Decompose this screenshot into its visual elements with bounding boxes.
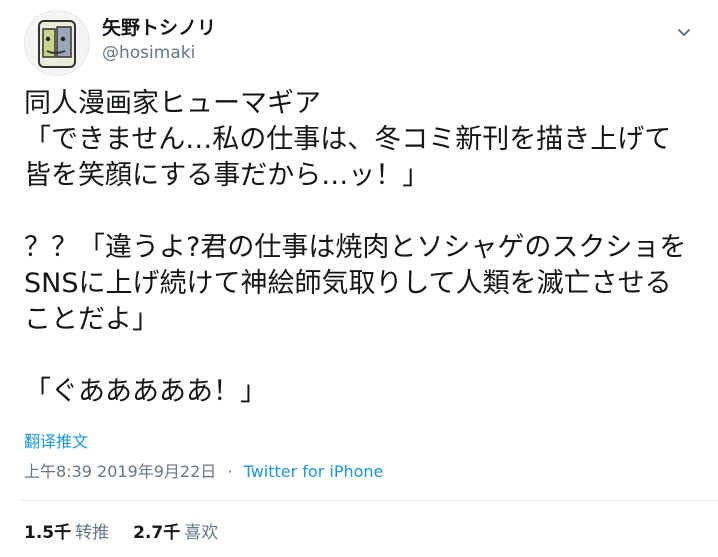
user-handle[interactable]: @hosimaki (102, 42, 216, 64)
tweet-card: 矢野トシノリ @hosimaki 同人漫画家ヒューマギア 「できません…私の仕事… (0, 0, 718, 557)
retweets-stat[interactable]: 1.5千 转推 (24, 522, 109, 544)
tweet-text: 同人漫画家ヒューマギア 「できません…私の仕事は、冬コミ新刊を描き上げて 皆を笑… (24, 86, 694, 410)
likes-label: 喜欢 (184, 523, 219, 543)
tweet-line: ことだよ」 (24, 304, 159, 335)
more-button[interactable] (670, 18, 698, 46)
translate-tweet-link[interactable]: 翻译推文 (24, 432, 88, 452)
tweet-time[interactable]: 上午8:39 (24, 462, 92, 481)
likes-count: 2.7千 (133, 523, 181, 543)
tweet-line: 「ぐあああああ！」 (24, 376, 267, 407)
avatar[interactable] (24, 10, 90, 76)
retweets-label: 转推 (75, 523, 110, 543)
meta-separator: · (227, 462, 233, 481)
avatar-illustration (25, 11, 89, 75)
display-name[interactable]: 矢野トシノリ (102, 16, 216, 40)
tweet-line: 同人漫画家ヒューマギア (24, 88, 321, 119)
tweet-timestamp-row: 上午8:39 2019年9月22日 · Twitter for iPhone (24, 462, 383, 482)
tweet-line: SNSに上げ続けて神絵師気取りして人類を滅亡させる (24, 268, 672, 299)
user-meta: 矢野トシノリ @hosimaki (102, 16, 216, 64)
likes-stat[interactable]: 2.7千 喜欢 (133, 522, 218, 544)
tweet-source-link[interactable]: Twitter for iPhone (244, 462, 384, 481)
chevron-down-icon (678, 29, 690, 36)
divider (20, 500, 718, 501)
tweet-header: 矢野トシノリ @hosimaki (24, 10, 698, 80)
retweets-count: 1.5千 (24, 523, 72, 543)
tweet-line: 皆を笑顔にする事だから…ッ！」 (24, 160, 430, 191)
tweet-line: ？？「違うよ?君の仕事は焼肉とソシャゲのスクショを (24, 232, 687, 263)
tweet-date[interactable]: 2019年9月22日 (97, 462, 216, 481)
tweet-line: 「できません…私の仕事は、冬コミ新刊を描き上げて (24, 124, 672, 155)
tweet-stats: 1.5千 转推 2.7千 喜欢 (24, 522, 218, 544)
